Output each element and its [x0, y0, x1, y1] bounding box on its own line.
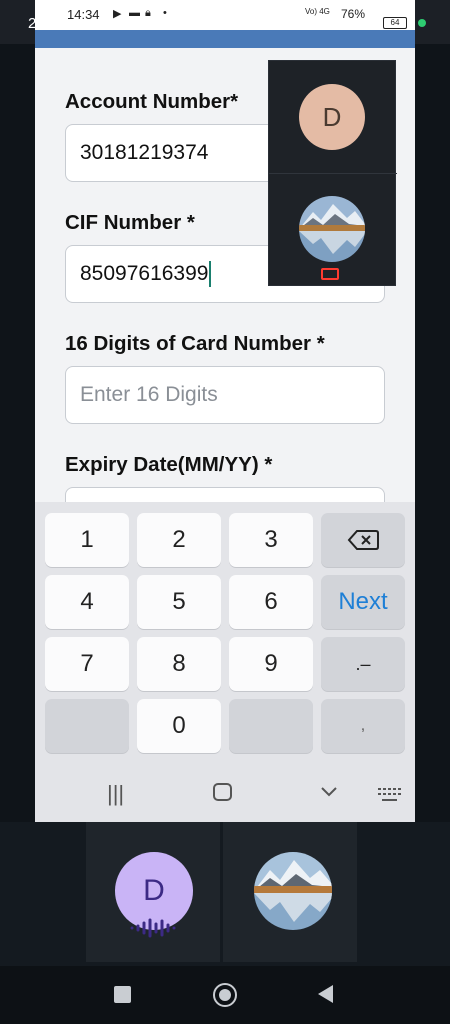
avatar: D — [299, 84, 365, 150]
key-5[interactable]: 5 — [137, 575, 221, 629]
key-1[interactable]: 1 — [45, 513, 129, 567]
card-number-label: 16 Digits of Card Number * — [65, 332, 325, 355]
call-tile-landscape[interactable] — [223, 822, 357, 962]
speaking-wave-icon — [130, 918, 176, 938]
key-4[interactable]: 4 — [45, 575, 129, 629]
call-pip-overlay[interactable]: D — [268, 60, 397, 287]
recent-apps-icon[interactable]: ||| — [107, 781, 124, 807]
key-8[interactable]: 8 — [137, 637, 221, 691]
pip-participant-d: D — [269, 61, 397, 174]
account-number-label: Account Number* — [65, 90, 239, 113]
key-3[interactable]: 3 — [229, 513, 313, 567]
battery-percent: 76% — [341, 7, 366, 21]
chevron-down-icon[interactable] — [319, 781, 339, 807]
call-participants-bar: D — [0, 822, 450, 966]
key-0[interactable]: 0 — [137, 699, 221, 753]
keyboard-icon[interactable] — [377, 785, 403, 811]
dot-icon: • — [163, 7, 167, 19]
inner-status-time: 14:34 — [67, 7, 100, 22]
card-number-field[interactable]: Enter 16 Digits — [65, 366, 385, 424]
recents-square-icon[interactable] — [114, 986, 131, 1003]
pip-participant-landscape — [269, 174, 397, 287]
camera-active-indicator — [418, 19, 426, 27]
next-key[interactable]: Next — [321, 575, 405, 629]
key-6[interactable]: 6 — [229, 575, 313, 629]
text-caret — [209, 261, 212, 288]
blank-key-left — [45, 699, 129, 753]
expiry-date-label: Expiry Date(MM/YY) * — [65, 453, 273, 476]
key-7[interactable]: 7 — [45, 637, 129, 691]
message-icon: ▬ — [129, 7, 140, 19]
battery-icon: 64 — [383, 17, 407, 29]
system-nav-bar — [0, 966, 450, 1024]
video-icon: ▶ — [113, 8, 122, 20]
signal-text: Vo) 4G — [305, 7, 330, 16]
period-dash-key[interactable]: .– — [321, 637, 405, 691]
landscape-avatar — [299, 196, 365, 262]
back-triangle-icon[interactable] — [316, 984, 334, 1009]
inner-status-bar: 14:34 ▶ ▬ 🔒︎ • Vo) 4G 76% 64 — [35, 0, 415, 30]
lock-icon: 🔒︎ — [145, 7, 151, 19]
landscape-avatar — [254, 852, 332, 930]
cif-number-label: CIF Number * — [65, 211, 195, 234]
app-header-strip — [35, 30, 415, 48]
home-circle-icon[interactable] — [213, 983, 237, 1007]
backspace-icon — [347, 530, 379, 550]
numeric-keyboard: 1 2 3 4 5 6 Next 7 8 9 .– 0 , — [35, 502, 415, 767]
key-9[interactable]: 9 — [229, 637, 313, 691]
home-icon[interactable] — [213, 783, 232, 801]
keyboard-nav-bar: ||| — [35, 767, 415, 822]
comma-key[interactable]: , — [321, 699, 405, 753]
backspace-key[interactable] — [321, 513, 405, 567]
call-tile-d[interactable]: D — [86, 822, 220, 962]
blank-key-right — [229, 699, 313, 753]
cif-number-value: 85097616399 — [80, 262, 209, 285]
key-2[interactable]: 2 — [137, 513, 221, 567]
cast-icon — [321, 268, 339, 280]
